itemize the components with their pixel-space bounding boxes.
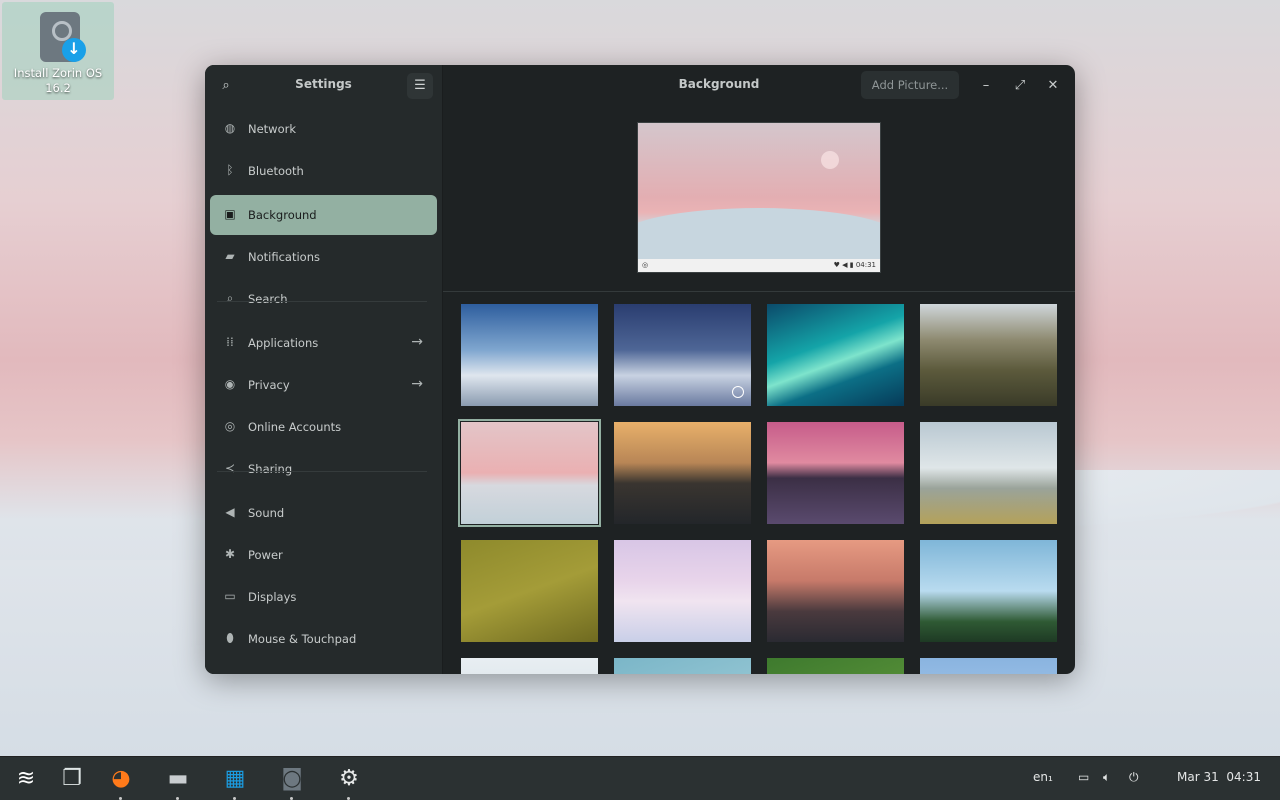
- privacy-icon: ◉: [224, 377, 236, 391]
- bluetooth-icon: ᛒ: [226, 163, 234, 177]
- sidebar-item-label: Background: [248, 208, 317, 222]
- firefox-icon[interactable]: ◕: [108, 766, 134, 792]
- sidebar-item-online-accounts[interactable]: ◎ Online Accounts: [210, 407, 437, 447]
- add-picture-button[interactable]: Add Picture...: [861, 71, 959, 99]
- wallpaper-thumbnail-partial-3[interactable]: [767, 658, 904, 674]
- sidebar-item-label: Sharing: [248, 462, 293, 476]
- sidebar-item-label: Displays: [248, 590, 297, 604]
- preview-divider: [443, 291, 1075, 292]
- sidebar-item-label: Search: [248, 292, 288, 306]
- notifications-icon: ▰: [225, 249, 235, 263]
- taskbar: ≋ ❐ ◕ ▬ ▦ ◙ ⚙ en₁ ▭ 🔈︎ ⏻ Mar 31 04:31: [0, 756, 1280, 800]
- wallpaper-thumbnail-partial-1[interactable]: [461, 658, 598, 674]
- wallpaper-thumbnail-partial-2[interactable]: [614, 658, 751, 674]
- files-icon[interactable]: ▬: [165, 766, 191, 792]
- wallpaper-thumbnail-field[interactable]: [461, 540, 598, 642]
- sidebar-item-bluetooth[interactable]: ᛒ Bluetooth: [210, 151, 437, 191]
- applications-icon: ⁞⁞: [226, 335, 234, 349]
- installer-icon[interactable]: ◙: [279, 766, 305, 792]
- clock-time: 04:31: [1226, 770, 1261, 784]
- wallpaper-thumbnail-partial-4[interactable]: [920, 658, 1057, 674]
- preview-panel: ◎ ♥ ◀ ▮ 04:31: [638, 259, 880, 272]
- sound-icon: ◀: [225, 505, 235, 519]
- arrow-right-icon: →: [411, 376, 423, 392]
- sharing-icon: ≺: [224, 461, 236, 475]
- power-icon[interactable]: ⏻: [1129, 770, 1139, 785]
- wallpaper-thumbnail-dunes[interactable]: [458, 419, 601, 527]
- clock[interactable]: Mar 31 04:31: [1177, 770, 1261, 784]
- sidebar-item-network[interactable]: ◍ Network: [210, 109, 437, 149]
- workspaces-icon[interactable]: ❐: [59, 766, 85, 792]
- power-icon: ✱: [224, 547, 236, 561]
- search-icon: ⌕: [226, 291, 234, 305]
- sidebar-item-search[interactable]: ⌕ Search: [210, 279, 437, 319]
- hamburger-menu-icon[interactable]: ☰: [407, 73, 433, 99]
- sidebar-item-displays[interactable]: ▭ Displays: [210, 577, 437, 617]
- wallpaper-thumbnail-mountain-dusk[interactable]: [614, 304, 751, 406]
- wallpaper-thumbnail-aurora[interactable]: [767, 304, 904, 406]
- sidebar-item-label: Online Accounts: [248, 420, 342, 434]
- sidebar-item-applications[interactable]: ⁞⁞ Applications →: [210, 323, 437, 363]
- background-icon: ▣: [224, 207, 236, 221]
- sidebar-header: ⌕ Settings ☰: [205, 65, 442, 107]
- wallpaper-thumbnail-lighthouse[interactable]: [767, 422, 904, 524]
- minimize-icon[interactable]: –: [975, 75, 997, 97]
- sidebar-item-label: Sound: [248, 506, 285, 520]
- settings-icon[interactable]: ⚙: [336, 766, 362, 792]
- arrow-right-icon: →: [411, 334, 423, 350]
- volume-icon[interactable]: 🔈︎: [1103, 770, 1110, 785]
- current-indicator-icon: [732, 386, 744, 398]
- clock-date: Mar 31: [1177, 770, 1219, 784]
- wallpaper-thumbnail-clouds[interactable]: [614, 540, 751, 642]
- sidebar-item-label: Mouse & Touchpad: [248, 632, 357, 646]
- sidebar-separator: [217, 471, 427, 472]
- sidebar: ⌕ Settings ☰ ◍ Network ᛒ Bluetooth ▣ Backgrou…: [205, 65, 443, 674]
- sidebar-item-label: Notifications: [248, 250, 320, 264]
- network-icon: ◍: [224, 121, 236, 135]
- zorin-menu-icon[interactable]: ≋: [13, 766, 39, 792]
- preview-time: ♥ ◀ ▮ 04:31: [833, 261, 876, 269]
- sidebar-item-sharing[interactable]: ≺ Sharing: [210, 449, 437, 489]
- content-header: Background Add Picture... – ⤢ ✕: [443, 65, 1075, 107]
- settings-window: ⌕ Settings ☰ ◍ Network ᛒ Bluetooth ▣ Backgrou…: [205, 65, 1075, 674]
- sidebar-item-label: Bluetooth: [248, 164, 304, 178]
- desktop-icon-label: Install Zorin OS 16.2: [13, 66, 103, 95]
- sidebar-separator: [217, 301, 427, 302]
- download-badge-icon: ↓: [62, 38, 86, 62]
- keyboard-layout-indicator[interactable]: en₁: [1033, 770, 1053, 784]
- wallpaper-thumbnail-coast-fog[interactable]: [920, 422, 1057, 524]
- mouse-icon: ⬮: [226, 631, 234, 645]
- preview-menu-icon: ◎: [642, 261, 649, 269]
- wallpaper-thumbnail-mountain-day[interactable]: [461, 304, 598, 406]
- wallpaper-thumbnail-canyon[interactable]: [920, 304, 1057, 406]
- sidebar-item-mouse-touchpad[interactable]: ⬮ Mouse & Touchpad: [210, 619, 437, 659]
- sidebar-item-background[interactable]: ▣ Background: [210, 195, 437, 235]
- online-accounts-icon: ◎: [224, 419, 236, 433]
- maximize-icon[interactable]: ⤢: [1009, 75, 1031, 97]
- sidebar-item-label: Power: [248, 548, 283, 562]
- sidebar-item-notifications[interactable]: ▰ Notifications: [210, 237, 437, 277]
- wallpaper-thumbnail-palms[interactable]: [920, 540, 1057, 642]
- sidebar-item-label: Network: [248, 122, 297, 136]
- sidebar-item-label: Privacy: [248, 378, 290, 392]
- software-store-icon[interactable]: ▦: [222, 766, 248, 792]
- displays-icon: ▭: [224, 589, 236, 603]
- install-zorin-desktop-icon[interactable]: ↓ Install Zorin OS 16.2: [2, 2, 114, 100]
- display-icon[interactable]: ▭: [1078, 770, 1089, 784]
- wallpaper-thumbnail-city[interactable]: [767, 540, 904, 642]
- sidebar-item-power[interactable]: ✱ Power: [210, 535, 437, 575]
- sidebar-item-sound[interactable]: ◀ Sound: [210, 493, 437, 533]
- preview-sun: [821, 151, 839, 169]
- sidebar-item-label: Applications: [248, 336, 319, 350]
- sidebar-item-privacy[interactable]: ◉ Privacy →: [210, 365, 437, 405]
- close-icon[interactable]: ✕: [1042, 75, 1064, 97]
- wallpaper-thumbnail-mountain-sunset[interactable]: [614, 422, 751, 524]
- background-preview: ◎ ♥ ◀ ▮ 04:31: [637, 122, 881, 273]
